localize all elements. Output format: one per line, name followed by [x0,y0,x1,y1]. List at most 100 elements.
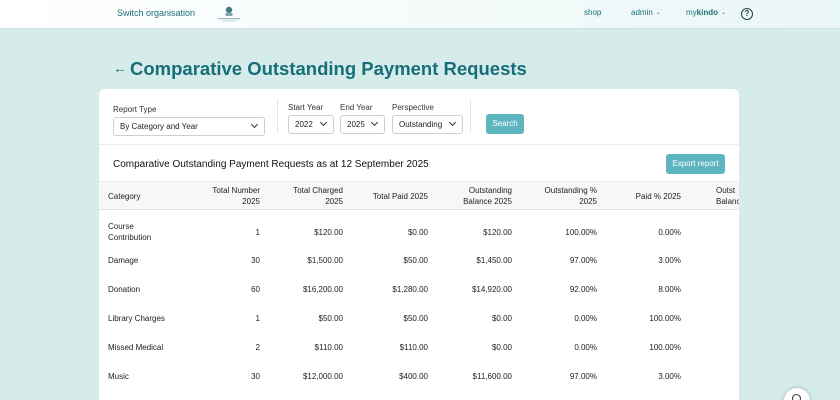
cell-total-charged: $120.00 [314,227,343,238]
filter-bar: Report Type By Category and Year Start Y… [99,89,739,145]
cell-outstanding-balance: $11,600.00 [473,371,512,382]
cell-text: Course [108,222,134,231]
cell-text: 100.00% [565,228,597,237]
cell-outstanding-pct: 0.00% [574,313,597,324]
cell-category: Donation [108,284,140,295]
cell-text: $50.00 [403,314,428,323]
end-year-label: End Year [340,103,373,112]
header-line: Paid % 2025 [635,192,681,201]
cell-text: Music [108,372,129,381]
perspective-value: Outstanding [399,120,443,129]
cell-category: Music [108,371,129,382]
switch-organisation-link[interactable]: Switch organisation [117,8,195,18]
start-year-value: 2022 [295,120,313,129]
cell-text: $12,000.00 [302,372,343,381]
cell-total-charged: $50.00 [319,313,343,324]
report-type-select[interactable]: By Category and Year [113,117,265,136]
cell-text: 30 [251,256,260,265]
nav-mykindo[interactable]: mykindo ⌄ [686,8,726,17]
cell-paid-pct: 0.00% [658,227,681,238]
cell-text: $120.00 [483,228,512,237]
col-header-outstanding-balance[interactable]: Outstanding Balance 2025 [463,185,512,207]
col-header-paid-pct[interactable]: Paid % 2025 [636,191,681,202]
cell-text: 97.00% [569,372,597,381]
cell-text: $1,280.00 [392,285,428,294]
cell-text: $400.00 [399,372,428,381]
col-header-total-charged[interactable]: Total Charged 2025 [293,185,343,207]
cell-category: Library Charges [108,313,165,324]
end-year-select[interactable]: 2025 [340,115,385,134]
header-line: Category [108,192,141,201]
cell-paid-pct: 3.00% [658,371,681,382]
start-year-select[interactable]: 2022 [288,115,334,134]
cell-outstanding-balance: $0.00 [492,313,512,324]
help-icon[interactable]: ? [741,8,753,20]
chevron-down-icon [448,118,457,127]
cell-outstanding-balance: $120.00 [483,227,512,238]
cell-paid-pct: 3.00% [658,255,681,266]
cell-total-paid: $400.00 [399,371,428,382]
chevron-down-icon: ⌄ [721,10,727,16]
header-line: Outstanding % [544,186,597,195]
cell-category: Missed Medical [108,342,163,353]
cell-total-charged: $1,500.00 [307,255,343,266]
nav-admin[interactable]: admin ⌄ [631,8,661,17]
cell-text: 1 [255,228,260,237]
header-line: Total Paid 2025 [372,192,428,201]
nav-mykindo-prefix: my [686,8,697,17]
chat-help-button[interactable] [784,388,810,400]
cell-total-number: 60 [251,284,260,295]
cell-paid-pct: 8.00% [658,284,681,295]
nav-shop[interactable]: shop [584,8,601,17]
cell-outstanding-pct: 97.00% [570,255,597,266]
col-header-outstanding-balance-prev[interactable]: Outst Balanc [716,185,739,207]
header-line: Outstanding [468,186,512,195]
cell-text: Library Charges [108,314,165,323]
cell-text: $110.00 [314,343,343,352]
school-logo [218,6,240,22]
report-heading: Comparative Outstanding Payment Requests… [113,159,429,170]
header-line: Outst [716,186,736,195]
back-arrow-icon[interactable]: ← [113,60,127,76]
perspective-select[interactable]: Outstanding [392,115,463,134]
cell-text: 97.00% [569,256,597,265]
cell-text: $16,200.00 [302,285,343,294]
header-line: Total Charged [293,186,343,195]
col-header-total-paid[interactable]: Total Paid 2025 [373,191,428,202]
cell-text: 2 [255,343,260,352]
divider [277,99,278,133]
end-year-value: 2025 [347,120,365,129]
cell-text: $110.00 [399,343,428,352]
header-line: 2025 [242,197,260,206]
top-navbar: Switch organisation shop admin ⌄ mykindo ⌄… [0,0,840,29]
table-row: Donation 60 $16,200.00 $1,280.00 $14,920.00 9… [99,268,739,297]
export-report-button[interactable]: Export report [666,154,725,174]
col-header-category[interactable]: Category [108,191,140,202]
cell-text: Donation [108,285,141,294]
cell-total-charged: $12,000.00 [303,371,343,382]
report-type-label: Report Type [113,105,157,114]
col-header-outstanding-pct[interactable]: Outstanding % 2025 [545,185,597,207]
cell-text: 92.00% [569,285,597,294]
cell-text: Missed Medical [108,343,164,352]
search-button[interactable]: Search [486,114,524,134]
cell-text: 0.00% [574,314,597,323]
report-type-value: By Category and Year [120,122,198,131]
col-header-total-number[interactable]: Total Number 2025 [212,185,260,207]
cell-text: 60 [251,285,260,294]
chevron-down-icon [319,118,328,127]
cell-paid-pct: 100.00% [649,313,681,324]
cell-category: Damage [108,255,138,266]
cell-text: $0.00 [491,314,512,323]
table-row: Damage 30 $1,500.00 $50.00 $1,450.00 97.00% 3.… [99,239,739,268]
cell-outstanding-balance: $1,450.00 [476,255,512,266]
cell-text: $0.00 [491,343,512,352]
cell-total-charged: $16,200.00 [303,284,343,295]
cell-total-number: 1 [256,313,260,324]
cell-text: $0.00 [407,228,428,237]
header-line: 2025 [579,197,597,206]
cell-text: 30 [251,372,260,381]
cell-total-charged: $110.00 [315,342,343,353]
cell-total-paid: $50.00 [404,255,428,266]
cell-total-paid: $110.00 [400,342,428,353]
